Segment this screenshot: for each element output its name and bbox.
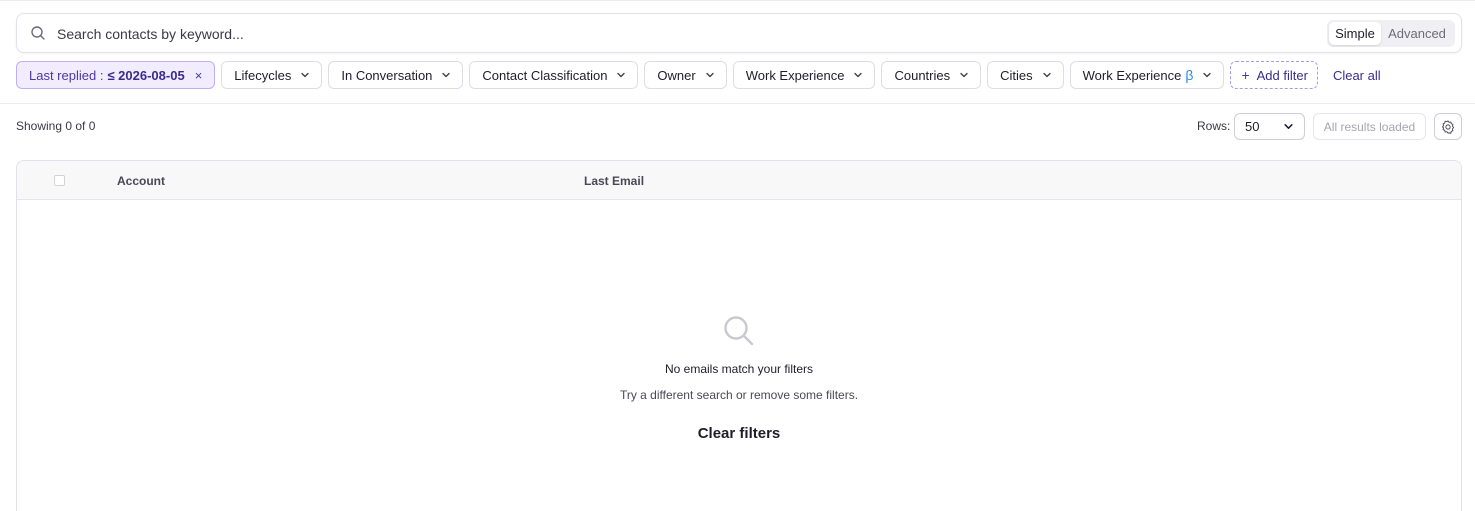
filter-chip-cities[interactable]: Cities	[987, 61, 1064, 89]
gear-icon	[1441, 119, 1455, 134]
chevron-down-icon	[442, 72, 451, 78]
plus-icon: +	[1241, 67, 1250, 83]
search-icon	[31, 26, 45, 40]
chevron-down-icon	[617, 72, 626, 78]
filter-chip-in-conversation[interactable]: In Conversation	[328, 61, 464, 89]
table-header: Account Last Email	[17, 161, 1461, 200]
rows-label: Rows:	[1197, 119, 1231, 133]
filter-chip-label: Contact Classification	[482, 67, 608, 83]
filter-chip-work-experience[interactable]: Work Experience	[732, 61, 876, 89]
filter-chip-label: Last replied :	[29, 67, 104, 83]
select-all-checkbox[interactable]	[54, 175, 65, 186]
section-divider	[0, 103, 1475, 104]
chevron-down-icon	[854, 72, 863, 78]
empty-state-subtitle: Try a different search or remove some fi…	[619, 388, 859, 402]
chevron-down-icon	[1203, 72, 1212, 78]
filter-chip-label: Work Experience	[1082, 67, 1182, 83]
filter-chip-label: Work Experience	[745, 67, 845, 83]
beta-badge: β	[1185, 67, 1194, 83]
chevron-down-icon	[706, 72, 714, 78]
all-results-loaded-button: All results loaded	[1313, 113, 1426, 140]
add-filter-label: Add filter	[1256, 67, 1308, 83]
chevron-down-icon	[1284, 124, 1293, 129]
search-input[interactable]	[57, 22, 1297, 46]
filter-chip-label: In Conversation	[341, 67, 433, 83]
filter-chip-label: Countries	[894, 67, 951, 83]
top-divider	[0, 0, 1475, 1]
filter-chip-contact-classification[interactable]: Contact Classification	[469, 61, 639, 89]
search-mode-toggle: Simple Advanced	[1327, 20, 1455, 47]
filter-chip-countries[interactable]: Countries	[881, 61, 982, 89]
clear-all-link[interactable]: Clear all	[1333, 68, 1381, 83]
search-icon	[724, 316, 754, 346]
add-filter-button[interactable]: + Add filter	[1230, 61, 1318, 89]
filter-chip-lifecycles[interactable]: Lifecycles	[221, 61, 323, 89]
search-bar: Simple Advanced	[16, 13, 1462, 53]
advanced-mode-button[interactable]: Advanced	[1381, 22, 1453, 45]
filter-chip-label: Lifecycles	[234, 67, 292, 83]
contacts-table: Account Last Email No emails match your …	[16, 160, 1462, 511]
chevron-down-icon	[960, 72, 968, 78]
filter-chip-owner[interactable]: Owner	[644, 61, 727, 89]
rows-per-page-select[interactable]: 50	[1234, 113, 1305, 140]
table-settings-button[interactable]	[1434, 113, 1462, 140]
close-icon[interactable]: ×	[195, 68, 203, 83]
filter-chip-work-experience-beta[interactable]: Work Experience β	[1069, 61, 1225, 89]
filter-chip-label: Owner	[657, 67, 696, 83]
rows-per-page-value: 50	[1245, 119, 1260, 134]
results-count: Showing 0 of 0	[16, 119, 96, 133]
filter-chip-value: ≤ 2026-08-05	[107, 67, 185, 83]
chevron-down-icon	[301, 72, 310, 78]
clear-filters-button[interactable]: Clear filters	[698, 425, 781, 442]
empty-state-title: No emails match your filters	[664, 362, 814, 376]
column-header-account[interactable]: Account	[117, 174, 165, 188]
chevron-down-icon	[1042, 72, 1051, 78]
filter-bar: Last replied : ≤ 2026-08-05 × Lifecycles…	[16, 61, 1381, 89]
simple-mode-button[interactable]: Simple	[1329, 22, 1381, 45]
filter-chip-label: Cities	[1000, 67, 1033, 83]
column-header-last-email[interactable]: Last Email	[584, 174, 644, 188]
filter-chip-last-replied[interactable]: Last replied : ≤ 2026-08-05 ×	[16, 61, 216, 89]
empty-state: No emails match your filters Try a diffe…	[17, 313, 1461, 443]
